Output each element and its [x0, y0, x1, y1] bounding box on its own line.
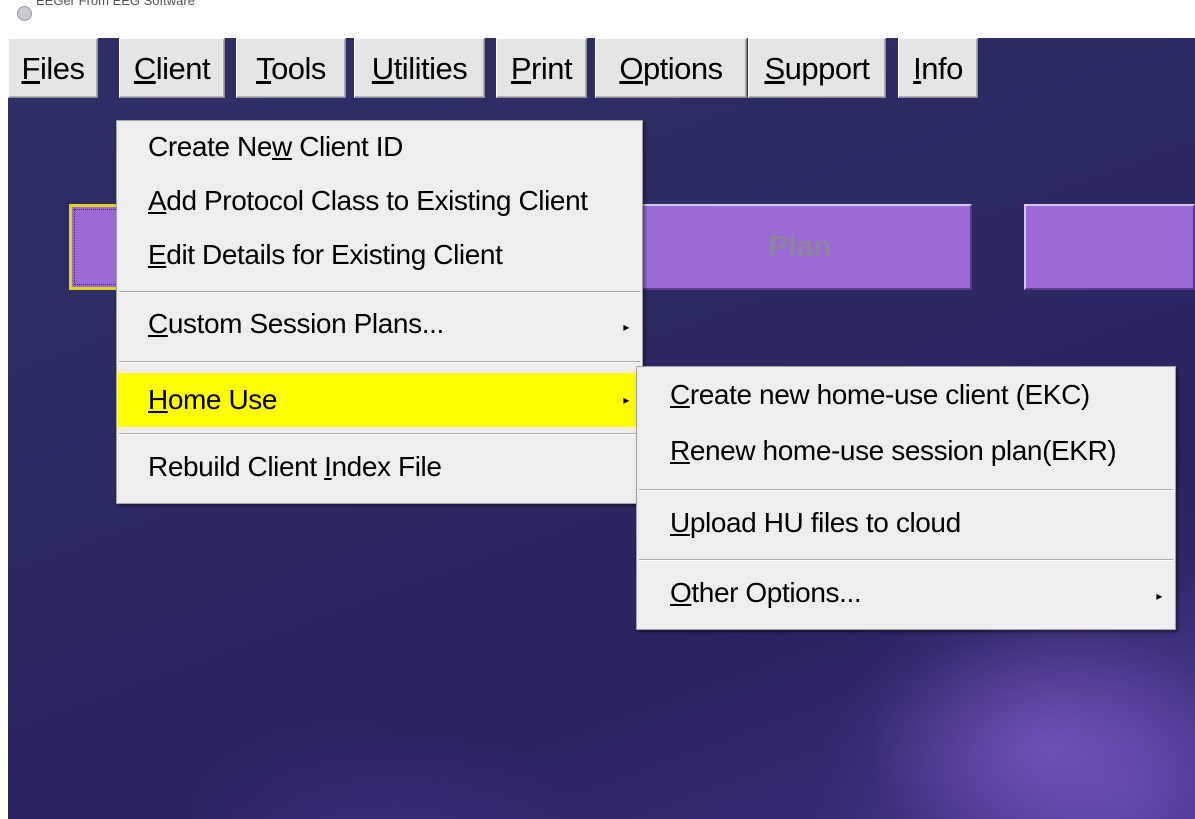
menu-item-other-options[interactable]: Other Options... ▸ [638, 577, 1174, 609]
plan-button[interactable]: Plan [628, 204, 972, 290]
menu-info[interactable]: Info [898, 38, 978, 98]
menu-bar: Files Client Tools Utilities Print Optio… [8, 38, 1195, 102]
title-bar: EEGer From EEG Software [0, 0, 1195, 28]
submenu-arrow-icon: ▸ [623, 320, 629, 334]
submenu-arrow-icon: ▸ [1156, 589, 1162, 603]
right-action-button[interactable] [1024, 204, 1195, 290]
menu-item-home-use[interactable]: Home Use ▸ [118, 373, 641, 427]
menu-options[interactable]: Options [595, 38, 747, 98]
submenu-arrow-icon: ▸ [623, 393, 629, 407]
menu-item-create-home-use-client[interactable]: Create new home-use client (EKC) [638, 379, 1174, 411]
menu-item-renew-home-use-plan[interactable]: Renew home-use session plan(EKR) [638, 435, 1174, 467]
window-title: EEGer From EEG Software [36, 0, 195, 8]
menu-support[interactable]: Support [748, 38, 886, 98]
menu-item-custom-session-plans[interactable]: Custom Session Plans... ▸ [118, 308, 641, 340]
menu-item-upload-hu-files[interactable]: Upload HU files to cloud [638, 507, 1174, 539]
menu-print[interactable]: Print [496, 38, 587, 98]
menu-separator [639, 489, 1173, 491]
client-menu: Create New Client ID Add Protocol Class … [116, 120, 643, 504]
menu-client[interactable]: Client [119, 38, 225, 98]
menu-item-rebuild-client-index[interactable]: Rebuild Client Index File [118, 451, 641, 483]
app-icon [17, 6, 32, 21]
menu-separator [119, 433, 640, 435]
menu-files[interactable]: Files [8, 38, 98, 98]
menu-separator [119, 291, 640, 293]
menu-tools[interactable]: Tools [236, 38, 346, 98]
menu-item-add-protocol-class[interactable]: Add Protocol Class to Existing Client [118, 185, 641, 217]
menu-separator [119, 361, 640, 363]
home-use-submenu: Create new home-use client (EKC) Renew h… [636, 366, 1176, 630]
menu-item-edit-client-details[interactable]: Edit Details for Existing Client [118, 239, 641, 271]
menu-item-create-new-client-id[interactable]: Create New Client ID [118, 131, 641, 163]
menu-separator [639, 559, 1173, 561]
menu-utilities[interactable]: Utilities [354, 38, 485, 98]
